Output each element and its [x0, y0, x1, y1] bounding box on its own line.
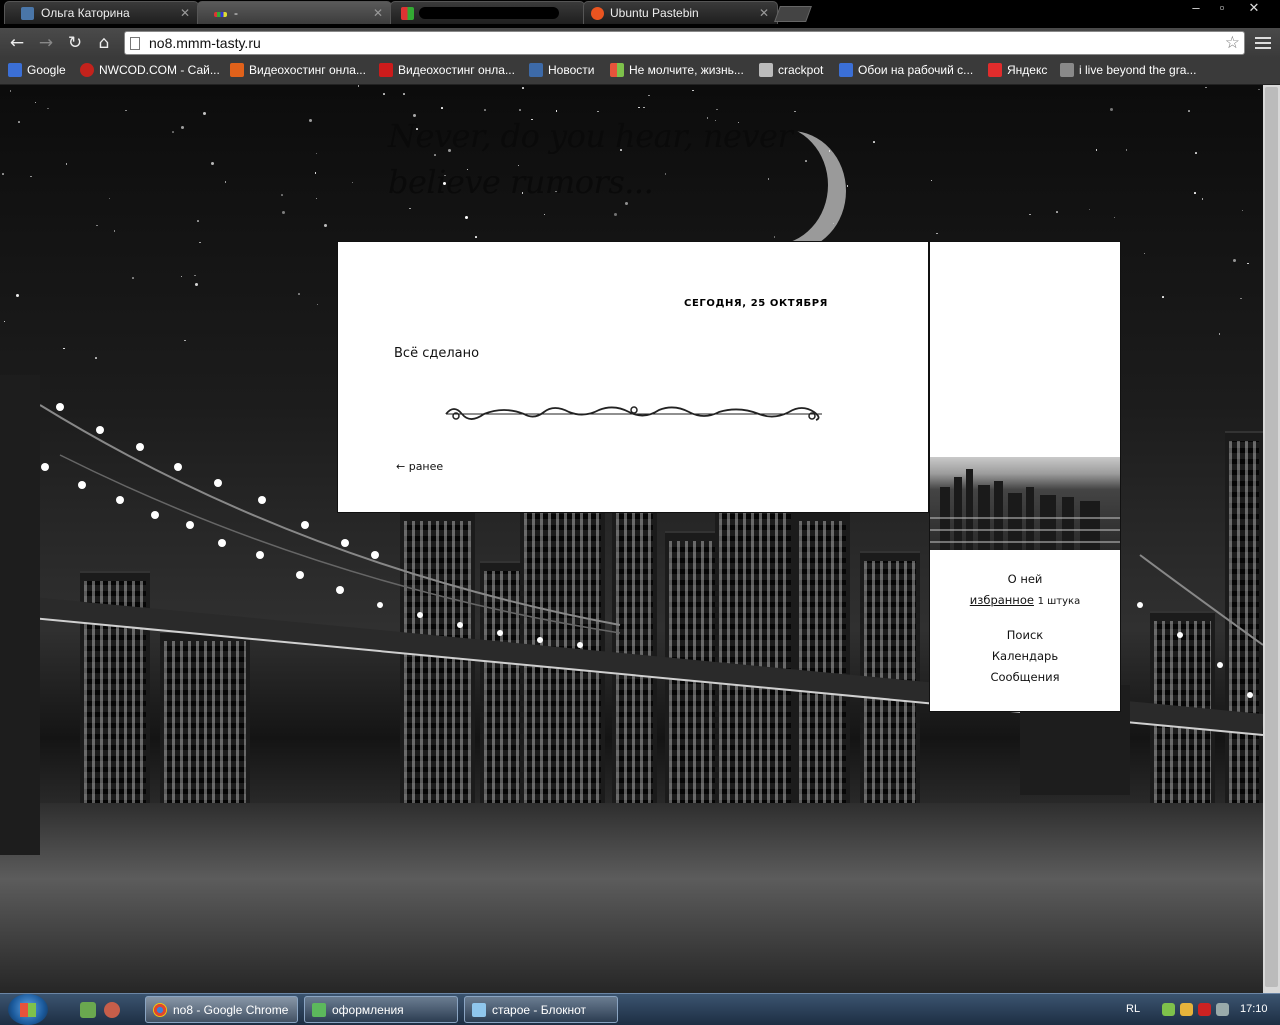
close-tab-icon[interactable]: ✕	[759, 6, 769, 20]
tab-label: Ольга Каторина	[41, 6, 130, 20]
bookmark-star-icon[interactable]: ☆	[1225, 33, 1240, 53]
youtube-icon	[379, 63, 393, 77]
windows-logo-icon	[20, 1003, 36, 1017]
reload-icon[interactable]: ↻	[64, 32, 86, 54]
city-photo-image	[930, 457, 1120, 550]
language-indicator[interactable]: RL	[1126, 1003, 1140, 1015]
post-date: СЕГОДНЯ, 25 ОКТЯБРЯ	[684, 298, 828, 309]
page-icon	[130, 37, 140, 50]
minimize-button[interactable]: –	[1182, 0, 1210, 18]
ornament-divider-icon	[445, 406, 822, 421]
favorites-count: 1 штука	[1037, 596, 1081, 607]
task-folder[interactable]: оформления	[304, 996, 458, 1023]
task-chrome[interactable]: no8 - Google Chrome	[145, 996, 298, 1023]
sidebar-links: О ней избранное 1 штука Поиск Календарь …	[930, 572, 1120, 691]
menu-icon[interactable]	[1255, 34, 1271, 50]
vk-icon	[21, 7, 34, 20]
tab-ubuntu-pastebin[interactable]: Ubuntu Pastebin ✕	[583, 1, 778, 24]
back-icon[interactable]: ←	[6, 32, 28, 54]
volume-icon[interactable]	[1216, 1003, 1229, 1016]
page-scrollbar[interactable]	[1263, 85, 1280, 993]
blog-tagline: Never, do you hear, never believe rumors…	[388, 117, 793, 201]
notepad-icon	[472, 1003, 486, 1017]
ubuntu-icon	[591, 7, 604, 20]
yandex-icon	[988, 63, 1002, 77]
f-icon	[230, 63, 244, 77]
bookmark-video-1[interactable]: Видеохостинг онла...	[230, 63, 366, 77]
bookmark-google[interactable]: Google	[8, 63, 66, 77]
redacted-label	[419, 7, 559, 19]
tray-icon[interactable]	[1162, 1003, 1175, 1016]
about-link[interactable]: О ней	[1008, 572, 1043, 586]
browser-toolbar: ← → ↻ ⌂ no8.mmm-tasty.ru ☆	[0, 28, 1280, 58]
tab-strip: Ольга Каторина ✕ - ✕ Ubuntu Pastebin ✕ –…	[0, 0, 1280, 28]
earlier-link[interactable]: ← ранее	[396, 460, 443, 473]
site-favicon-icon	[401, 7, 414, 20]
bookmark-crackpot[interactable]: crackpot	[759, 63, 823, 77]
page-viewport: Never, do you hear, never believe rumors…	[0, 85, 1263, 993]
sidebar-panel: О ней избранное 1 штука Поиск Календарь …	[929, 241, 1121, 712]
tab-label: Ubuntu Pastebin	[610, 6, 699, 20]
url-text: no8.mmm-tasty.ru	[149, 35, 261, 51]
bookmark-wallpapers[interactable]: Обои на рабочий с...	[839, 63, 973, 77]
tray-icon[interactable]	[1198, 1003, 1211, 1016]
windows-icon	[610, 63, 624, 77]
v-icon	[759, 63, 773, 77]
forward-icon[interactable]: →	[35, 32, 57, 54]
close-window-button[interactable]: ✕	[1240, 0, 1268, 18]
favorites-link[interactable]: избранное	[970, 593, 1034, 607]
post-panel: СЕГОДНЯ, 25 ОКТЯБРЯ Всё сделано ← ранее	[337, 241, 929, 513]
address-bar[interactable]: no8.mmm-tasty.ru ☆	[124, 31, 1245, 55]
messages-link[interactable]: Сообщения	[990, 670, 1059, 684]
quicklaunch-icon[interactable]	[80, 1002, 96, 1018]
google-icon	[8, 63, 22, 77]
bookmark-yandex[interactable]: Яндекс	[988, 63, 1047, 77]
maximize-button[interactable]: ▫	[1208, 0, 1236, 18]
start-button[interactable]	[8, 994, 48, 1025]
tab-current[interactable]: - ✕	[197, 1, 392, 24]
clock[interactable]: 17:10	[1240, 1003, 1268, 1015]
post-body: Всё сделано	[394, 346, 480, 361]
chrome-icon	[153, 1003, 167, 1017]
windows-taskbar: no8 - Google Chrome оформления старое - …	[0, 993, 1280, 1025]
quicklaunch-icon[interactable]	[104, 1002, 120, 1018]
search-link[interactable]: Поиск	[1007, 628, 1043, 642]
photo-icon	[1060, 63, 1074, 77]
tab-vk[interactable]: Ольга Каторина ✕	[4, 1, 199, 24]
bookmark-ne-molchite[interactable]: Не молчите, жизнь...	[610, 63, 744, 77]
new-tab-button[interactable]	[774, 6, 812, 22]
site-favicon-icon	[214, 12, 227, 17]
news-icon	[529, 63, 543, 77]
bookmark-video-2[interactable]: Видеохостинг онла...	[379, 63, 515, 77]
nw-icon	[80, 63, 94, 77]
tab-label: -	[234, 6, 238, 20]
home-icon[interactable]: ⌂	[93, 32, 115, 54]
task-notepad[interactable]: старое - Блокнот	[464, 996, 618, 1023]
close-tab-icon[interactable]: ✕	[373, 6, 383, 20]
bookmarks-bar: Google NWCOD.COM - Сай... Видеохостинг о…	[0, 58, 1280, 85]
folder-icon	[312, 1003, 326, 1017]
tray-icon[interactable]	[1180, 1003, 1193, 1016]
bookmark-nwcod[interactable]: NWCOD.COM - Сай...	[80, 63, 220, 77]
close-tab-icon[interactable]: ✕	[180, 6, 190, 20]
bookmark-news[interactable]: Новости	[529, 63, 594, 77]
tab-hidden[interactable]	[390, 1, 585, 24]
bookmark-i-live-beyond[interactable]: i live beyond the gra...	[1060, 63, 1196, 77]
wallpaper-icon	[839, 63, 853, 77]
calendar-link[interactable]: Календарь	[992, 649, 1058, 663]
